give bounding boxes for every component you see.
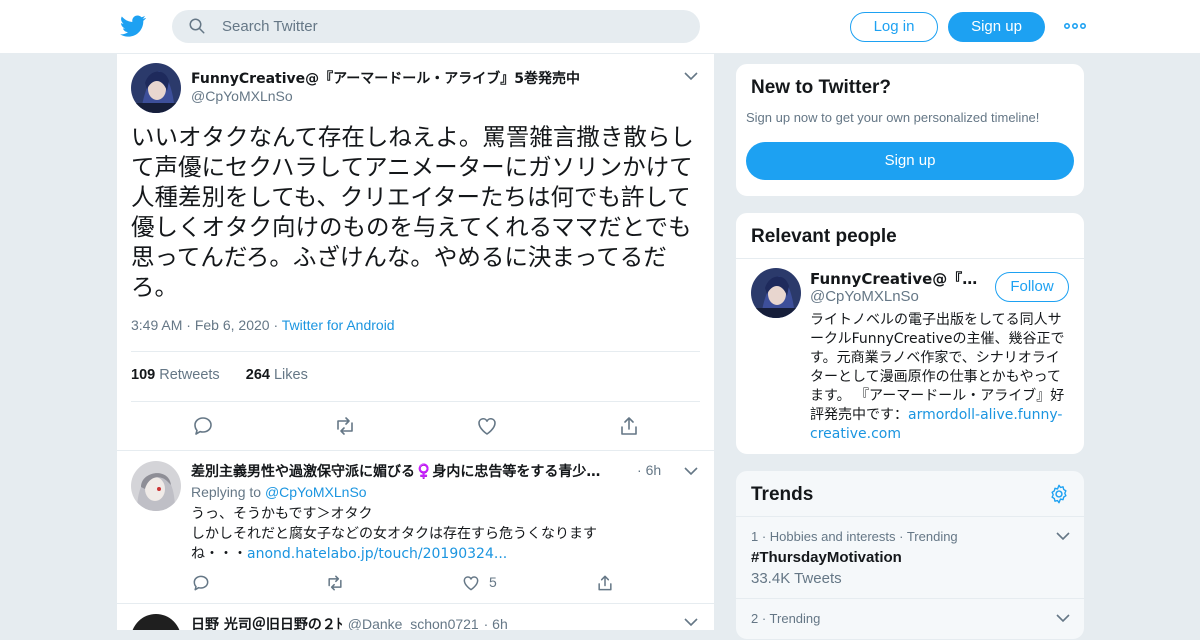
reply-text-end: ね・・・ bbox=[191, 546, 247, 562]
reply-link[interactable]: anond.hatelabo.jp/touch/20190324... bbox=[247, 546, 507, 562]
chevron-down-icon[interactable] bbox=[684, 466, 698, 476]
replying-to-link[interactable]: @CpYoMXLnSo bbox=[265, 484, 367, 500]
like-heart-icon[interactable] bbox=[461, 573, 481, 593]
reply-time[interactable]: · 6h bbox=[637, 462, 661, 478]
trend-hashtag[interactable]: #ThursdayMotivation bbox=[751, 549, 902, 566]
retweets-count: 109 bbox=[131, 367, 156, 383]
reply-author-name[interactable]: 日野 光司＠旧日野の２ﾄ @Danke_schon0721 · 6h bbox=[191, 614, 508, 630]
timeline-column: FunnyCreative@『アーマードール・アライブ』5巻発売中 @CpYoM… bbox=[116, 54, 715, 630]
card-subtitle: Sign up now to get your own personalized… bbox=[746, 110, 1040, 125]
new-to-twitter-card: New to Twitter? Sign up now to get your … bbox=[735, 63, 1085, 197]
separator-dot: · bbox=[273, 317, 282, 333]
replying-to: Replying to @CpYoMXLnSo bbox=[191, 484, 367, 500]
retweets-stat[interactable]: 109 Retweets bbox=[131, 367, 220, 383]
trend-item[interactable]: 2 · Trending bbox=[736, 598, 1084, 639]
trend-meta: 1 · Hobbies and interests · Trending bbox=[751, 529, 958, 544]
card-title: New to Twitter? bbox=[751, 77, 892, 98]
chevron-down-icon[interactable] bbox=[684, 71, 698, 81]
tweet-author-name[interactable]: FunnyCreative@『アーマードール・アライブ』5巻発売中 bbox=[191, 68, 580, 88]
reply-text: うっ、そうかもです＞オタク しかしそれだと腐女子などの女オタクは存在すら危うくな… bbox=[191, 504, 661, 564]
tweet-text: いいオタクなんて存在しねえよ。罵詈雑言撒き散らして声優にセクハラしてアニメーター… bbox=[131, 123, 694, 301]
like-heart-icon[interactable] bbox=[475, 414, 499, 438]
likes-stat[interactable]: 264 Likes bbox=[246, 367, 308, 383]
follow-button[interactable]: Follow bbox=[995, 272, 1069, 302]
avatar[interactable] bbox=[131, 461, 181, 511]
reply-author-display-name: 日野 光司＠旧日野の２ﾄ bbox=[191, 617, 343, 630]
login-button[interactable]: Log in bbox=[850, 12, 938, 42]
reply-time-value: 6h bbox=[645, 462, 662, 478]
replying-label: Replying to bbox=[191, 484, 262, 500]
trends-card: Trends 1 · Hobbies and interests · Trend… bbox=[735, 470, 1085, 640]
likes-count: 264 bbox=[245, 367, 270, 383]
avatar[interactable] bbox=[751, 268, 801, 318]
divider bbox=[131, 401, 700, 402]
reply-author-handle: @Danke_schon0721 bbox=[347, 616, 479, 630]
reply-text-line: ね・・・anond.hatelabo.jp/touch/20190324... bbox=[191, 544, 661, 564]
search-box[interactable] bbox=[172, 10, 700, 43]
person-handle[interactable]: @CpYoMXLnSo bbox=[810, 288, 919, 305]
gear-icon[interactable] bbox=[1048, 483, 1070, 505]
avatar[interactable] bbox=[131, 614, 181, 630]
share-icon[interactable] bbox=[595, 573, 615, 593]
likes-label: Likes bbox=[273, 367, 308, 383]
trend-tweet-count: 33.4K Tweets bbox=[751, 570, 842, 587]
reply-time-value: 6h bbox=[492, 616, 508, 630]
tweet-date[interactable]: Feb 6, 2020 bbox=[195, 317, 270, 333]
divider bbox=[131, 351, 700, 352]
retweet-icon[interactable] bbox=[333, 414, 357, 438]
divider bbox=[736, 258, 1084, 259]
divider bbox=[117, 450, 714, 451]
retweets-label: Retweets bbox=[159, 367, 220, 383]
search-input[interactable] bbox=[222, 10, 682, 43]
signup-button[interactable]: Sign up bbox=[746, 142, 1074, 180]
trend-meta: 2 · Trending bbox=[751, 611, 821, 626]
signup-button[interactable]: Sign up bbox=[948, 12, 1045, 42]
twitter-bird-icon[interactable] bbox=[120, 13, 146, 39]
reply-text-line: しかしそれだと腐女子などの女オタクは存在すら危うくなります bbox=[191, 526, 597, 542]
avatar[interactable] bbox=[131, 63, 181, 113]
divider bbox=[117, 603, 714, 604]
relevant-people-card: Relevant people FunnyCreative@『アー… @CpYo… bbox=[735, 212, 1085, 455]
card-title: Relevant people bbox=[751, 226, 897, 247]
card-title: Trends bbox=[751, 484, 814, 505]
like-count: 5 bbox=[489, 574, 497, 590]
more-dots-icon[interactable] bbox=[1064, 18, 1086, 34]
reply-icon[interactable] bbox=[191, 414, 215, 438]
reply-icon[interactable] bbox=[191, 573, 211, 593]
reply-author-name[interactable]: 差別主義男性や過激保守派に媚びる♀️身内に忠告等をする青少… bbox=[191, 461, 631, 481]
share-icon[interactable] bbox=[617, 414, 641, 438]
chevron-down-icon[interactable] bbox=[1056, 531, 1070, 541]
separator-dot: · bbox=[186, 317, 195, 333]
person-bio: ライトノベルの電子出版をしてる同人サークルFunnyCreativeの主催、幾谷… bbox=[810, 311, 1072, 444]
chevron-down-icon[interactable] bbox=[1056, 613, 1070, 623]
chevron-down-icon[interactable] bbox=[684, 617, 698, 627]
tweet-source-link[interactable]: Twitter for Android bbox=[282, 317, 395, 333]
reply-text-line: うっ、そうかもです＞オタク bbox=[191, 506, 373, 522]
search-icon bbox=[189, 18, 205, 34]
trend-item[interactable]: 1 · Hobbies and interests · Trending #Th… bbox=[736, 516, 1084, 598]
person-name[interactable]: FunnyCreative@『アー… bbox=[810, 268, 985, 289]
reply-time[interactable]: · 6h bbox=[484, 616, 508, 630]
tweet-author-handle[interactable]: @CpYoMXLnSo bbox=[191, 88, 293, 104]
retweet-icon[interactable] bbox=[325, 573, 345, 593]
tweet-timestamp: 3:49 AM · Feb 6, 2020 · Twitter for Andr… bbox=[131, 317, 395, 333]
tweet-stats: 109 Retweets 264 Likes bbox=[131, 367, 308, 383]
top-bar: Log in Sign up bbox=[0, 0, 1200, 54]
tweet-time[interactable]: 3:49 AM bbox=[131, 317, 182, 333]
